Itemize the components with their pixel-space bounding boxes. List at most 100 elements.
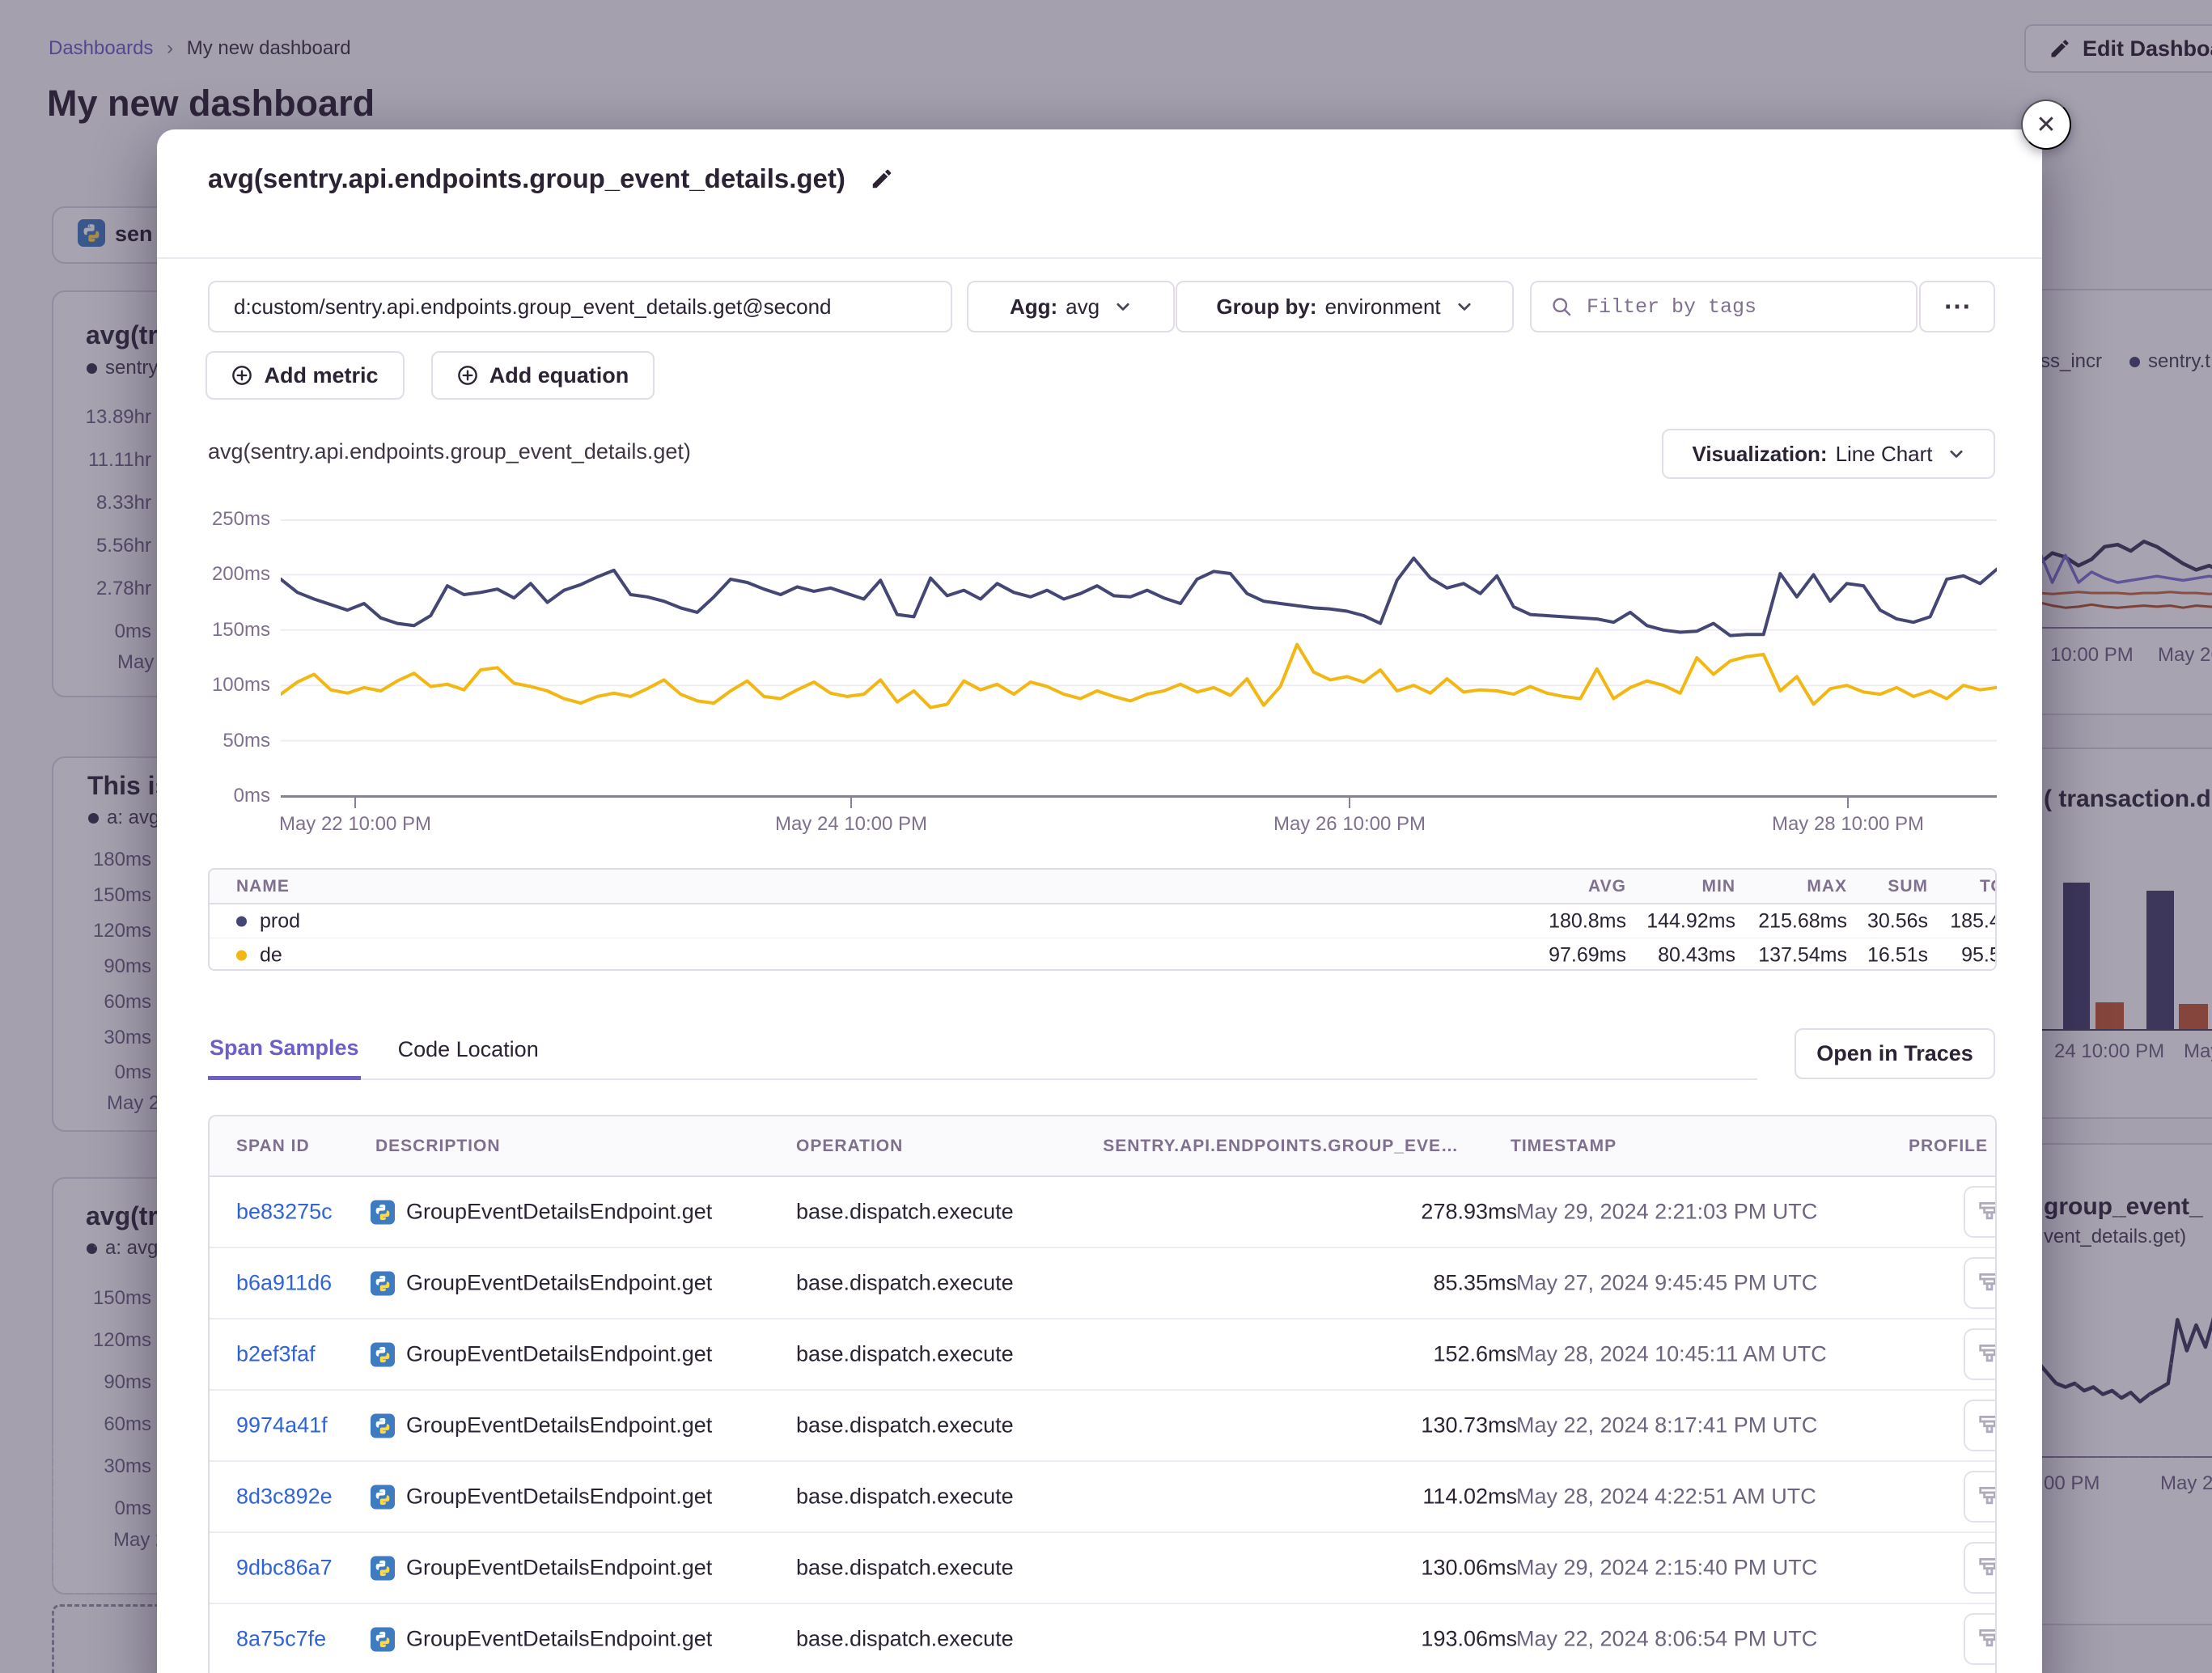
python-icon: [371, 1556, 395, 1580]
samples-header-row: SPAN ID DESCRIPTION OPERATION SENTRY.API…: [210, 1116, 1995, 1177]
add-metric-button[interactable]: Add metric: [206, 351, 405, 400]
span-description: GroupEventDetailsEndpoint.get: [406, 1342, 712, 1367]
series-summary-table: NAME AVG MIN MAX SUM TOTAL prod 180.8ms …: [208, 868, 1997, 971]
span-description: GroupEventDetailsEndpoint.get: [406, 1413, 712, 1438]
span-sample-row: 8d3c892e GroupEventDetailsEndpoint.get b…: [210, 1462, 1995, 1533]
series-color-dot: [236, 916, 247, 926]
add-equation-button[interactable]: Add equation: [431, 351, 655, 400]
span-value: 130.73ms: [1421, 1413, 1517, 1438]
search-icon: [1551, 296, 1572, 317]
span-operation: base.dispatch.execute: [796, 1413, 1014, 1438]
profile-button[interactable]: [1964, 1542, 1997, 1594]
ellipsis-icon: ⋯: [1943, 290, 1971, 323]
groupby-select[interactable]: Group by: environment: [1176, 281, 1514, 332]
edit-title-pencil-icon[interactable]: [870, 167, 894, 191]
visualization-select[interactable]: Visualization: Line Chart: [1662, 429, 1995, 479]
span-operation: base.dispatch.execute: [796, 1556, 1014, 1581]
span-description: GroupEventDetailsEndpoint.get: [406, 1627, 712, 1652]
span-timestamp: May 28, 2024 4:22:51 AM UTC: [1516, 1485, 1816, 1510]
y-axis-tick: 0ms: [165, 785, 270, 807]
profile-flamegraph-icon: [1976, 1269, 1997, 1297]
span-id-link[interactable]: 8d3c892e: [236, 1485, 333, 1510]
python-icon: [371, 1627, 395, 1651]
tab-code-location[interactable]: Code Location: [396, 1019, 540, 1080]
y-axis-tick: 250ms: [165, 508, 270, 531]
y-axis-tick: 150ms: [165, 619, 270, 642]
line-chart-canvas: [281, 519, 1997, 796]
x-axis-tick: May 28 10:00 PM: [1772, 813, 1924, 836]
profile-button[interactable]: [1964, 1186, 1997, 1238]
open-in-traces-button[interactable]: Open in Traces: [1795, 1028, 1995, 1079]
close-icon[interactable]: ✕: [2021, 100, 2071, 150]
span-sample-row: b2ef3faf GroupEventDetailsEndpoint.get b…: [210, 1319, 1995, 1391]
x-axis-line: [281, 795, 1997, 798]
span-description: GroupEventDetailsEndpoint.get: [406, 1556, 712, 1581]
x-axis-tick: May 26 10:00 PM: [1273, 813, 1426, 836]
tab-span-samples[interactable]: Span Samples: [208, 1019, 361, 1080]
header-divider: [157, 257, 2042, 259]
groupby-value: environment: [1325, 294, 1441, 320]
span-operation: base.dispatch.execute: [796, 1342, 1014, 1367]
profile-button[interactable]: [1964, 1400, 1997, 1451]
aggregate-value: avg: [1066, 294, 1100, 320]
profile-button[interactable]: [1964, 1471, 1997, 1523]
span-timestamp: May 22, 2024 8:06:54 PM UTC: [1516, 1627, 1817, 1652]
span-sample-row: b6a911d6 GroupEventDetailsEndpoint.get b…: [210, 1248, 1995, 1319]
summary-row-de: de 97.69ms 80.43ms 137.54ms 16.51s 95.59…: [210, 938, 1995, 971]
detail-tabs: Span Samples Code Location: [208, 1019, 1757, 1080]
metric-query-input[interactable]: [210, 294, 951, 320]
chevron-down-icon: [1947, 445, 1965, 463]
span-value: 85.35ms: [1433, 1271, 1517, 1296]
python-icon: [371, 1342, 395, 1366]
profile-flamegraph-icon: [1976, 1483, 1997, 1510]
span-description: GroupEventDetailsEndpoint.get: [406, 1200, 712, 1225]
span-sample-row: 9dbc86a7 GroupEventDetailsEndpoint.get b…: [210, 1533, 1995, 1604]
span-timestamp: May 22, 2024 8:17:41 PM UTC: [1516, 1413, 1817, 1438]
span-value: 130.06ms: [1421, 1556, 1517, 1581]
tag-filter-input[interactable]: [1585, 294, 1879, 320]
query-overflow-button[interactable]: ⋯: [1919, 281, 1995, 332]
python-icon: [371, 1271, 395, 1295]
span-id-link[interactable]: b2ef3faf: [236, 1342, 316, 1367]
profile-button[interactable]: [1964, 1613, 1997, 1665]
span-value: 193.06ms: [1421, 1627, 1517, 1652]
modal-title-row: avg(sentry.api.endpoints.group_event_det…: [208, 163, 894, 194]
span-id-link[interactable]: be83275c: [236, 1200, 333, 1225]
chevron-down-icon: [1456, 298, 1473, 316]
span-id-link[interactable]: 9dbc86a7: [236, 1556, 333, 1581]
plus-circle-icon: [457, 365, 478, 386]
profile-flamegraph-icon: [1976, 1341, 1997, 1368]
plus-circle-icon: [231, 365, 252, 386]
tag-filter-field: [1530, 281, 1917, 332]
profile-button[interactable]: [1964, 1328, 1997, 1380]
span-id-link[interactable]: b6a911d6: [236, 1271, 332, 1296]
python-icon: [371, 1413, 395, 1438]
x-axis-tick: May 24 10:00 PM: [775, 813, 927, 836]
profile-flamegraph-icon: [1976, 1198, 1997, 1226]
series-color-dot: [236, 950, 247, 960]
span-id-link[interactable]: 8a75c7fe: [236, 1627, 326, 1652]
span-id-link[interactable]: 9974a41f: [236, 1413, 328, 1438]
aggregate-select[interactable]: Agg: avg: [967, 281, 1175, 332]
metric-details-modal: avg(sentry.api.endpoints.group_event_det…: [157, 129, 2042, 1673]
span-value: 278.93ms: [1421, 1200, 1517, 1225]
span-value: 152.6ms: [1433, 1342, 1517, 1367]
y-axis-tick: 100ms: [165, 674, 270, 697]
span-value: 114.02ms: [1422, 1485, 1517, 1510]
profile-flamegraph-icon: [1976, 1412, 1997, 1439]
metric-query-field: [208, 281, 952, 332]
summary-header-row: NAME AVG MIN MAX SUM TOTAL: [210, 870, 1995, 904]
python-icon: [371, 1200, 395, 1224]
span-timestamp: May 28, 2024 10:45:11 AM UTC: [1516, 1342, 1827, 1367]
span-timestamp: May 29, 2024 2:15:40 PM UTC: [1516, 1556, 1817, 1581]
visualization-value: Line Chart: [1836, 442, 1933, 467]
profile-flamegraph-icon: [1976, 1554, 1997, 1582]
span-sample-row: 8a75c7fe GroupEventDetailsEndpoint.get b…: [210, 1604, 1995, 1673]
span-operation: base.dispatch.execute: [796, 1485, 1014, 1510]
span-timestamp: May 27, 2024 9:45:45 PM UTC: [1516, 1271, 1817, 1296]
x-axis-tick: May 22 10:00 PM: [279, 813, 431, 836]
span-description: GroupEventDetailsEndpoint.get: [406, 1485, 712, 1510]
y-axis-tick: 200ms: [165, 563, 270, 586]
profile-button[interactable]: [1964, 1257, 1997, 1309]
chevron-down-icon: [1114, 298, 1132, 316]
